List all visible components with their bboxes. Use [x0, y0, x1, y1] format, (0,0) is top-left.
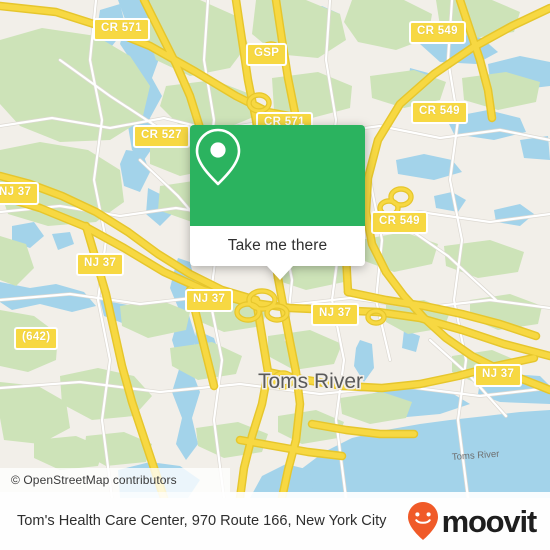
take-me-there-label: Take me there [227, 237, 328, 254]
road-shield: CR 571 [93, 18, 150, 41]
road-shield: (642) [14, 327, 59, 350]
road-shield: CR 549 [409, 21, 466, 44]
popup-tail [267, 266, 293, 280]
map-canvas[interactable]: CR 571 GSP CR 549 CR 549 CR 527 CR 571 CR 549 N… [0, 0, 550, 498]
map-screenshot: CR 571 GSP CR 549 CR 549 CR 527 CR 571 CR 549 N… [0, 0, 550, 550]
road-shield: NJ 37 [474, 364, 523, 387]
map-pin-icon [195, 128, 241, 186]
popup-pin-area [190, 125, 365, 226]
osm-attribution-text: © OpenStreetMap contributors [11, 473, 177, 487]
osm-attribution[interactable]: © OpenStreetMap contributors [0, 468, 230, 492]
moovit-logo[interactable]: moovit [406, 501, 538, 541]
road-shield: GSP [246, 43, 288, 66]
road-shield: NJ 37 [185, 289, 234, 312]
location-title: Tom's Health Care Center, 970 Route 166,… [17, 513, 387, 529]
place-label-city: Toms River [258, 370, 364, 393]
road-shield: NJ 37 [0, 182, 40, 205]
moovit-wordmark: moovit [441, 503, 538, 539]
destination-popup[interactable]: Take me there [190, 125, 365, 280]
road-shield: CR 549 [411, 101, 468, 124]
footer-bar: Tom's Health Care Center, 970 Route 166,… [0, 492, 550, 550]
road-shield: NJ 37 [76, 253, 125, 276]
moovit-smiley-pin-icon [407, 502, 438, 540]
road-shield: CR 527 [133, 125, 190, 148]
road-shield: NJ 37 [311, 303, 360, 326]
road-shield: CR 549 [371, 211, 428, 234]
popup-action-bar[interactable]: Take me there [190, 226, 365, 266]
